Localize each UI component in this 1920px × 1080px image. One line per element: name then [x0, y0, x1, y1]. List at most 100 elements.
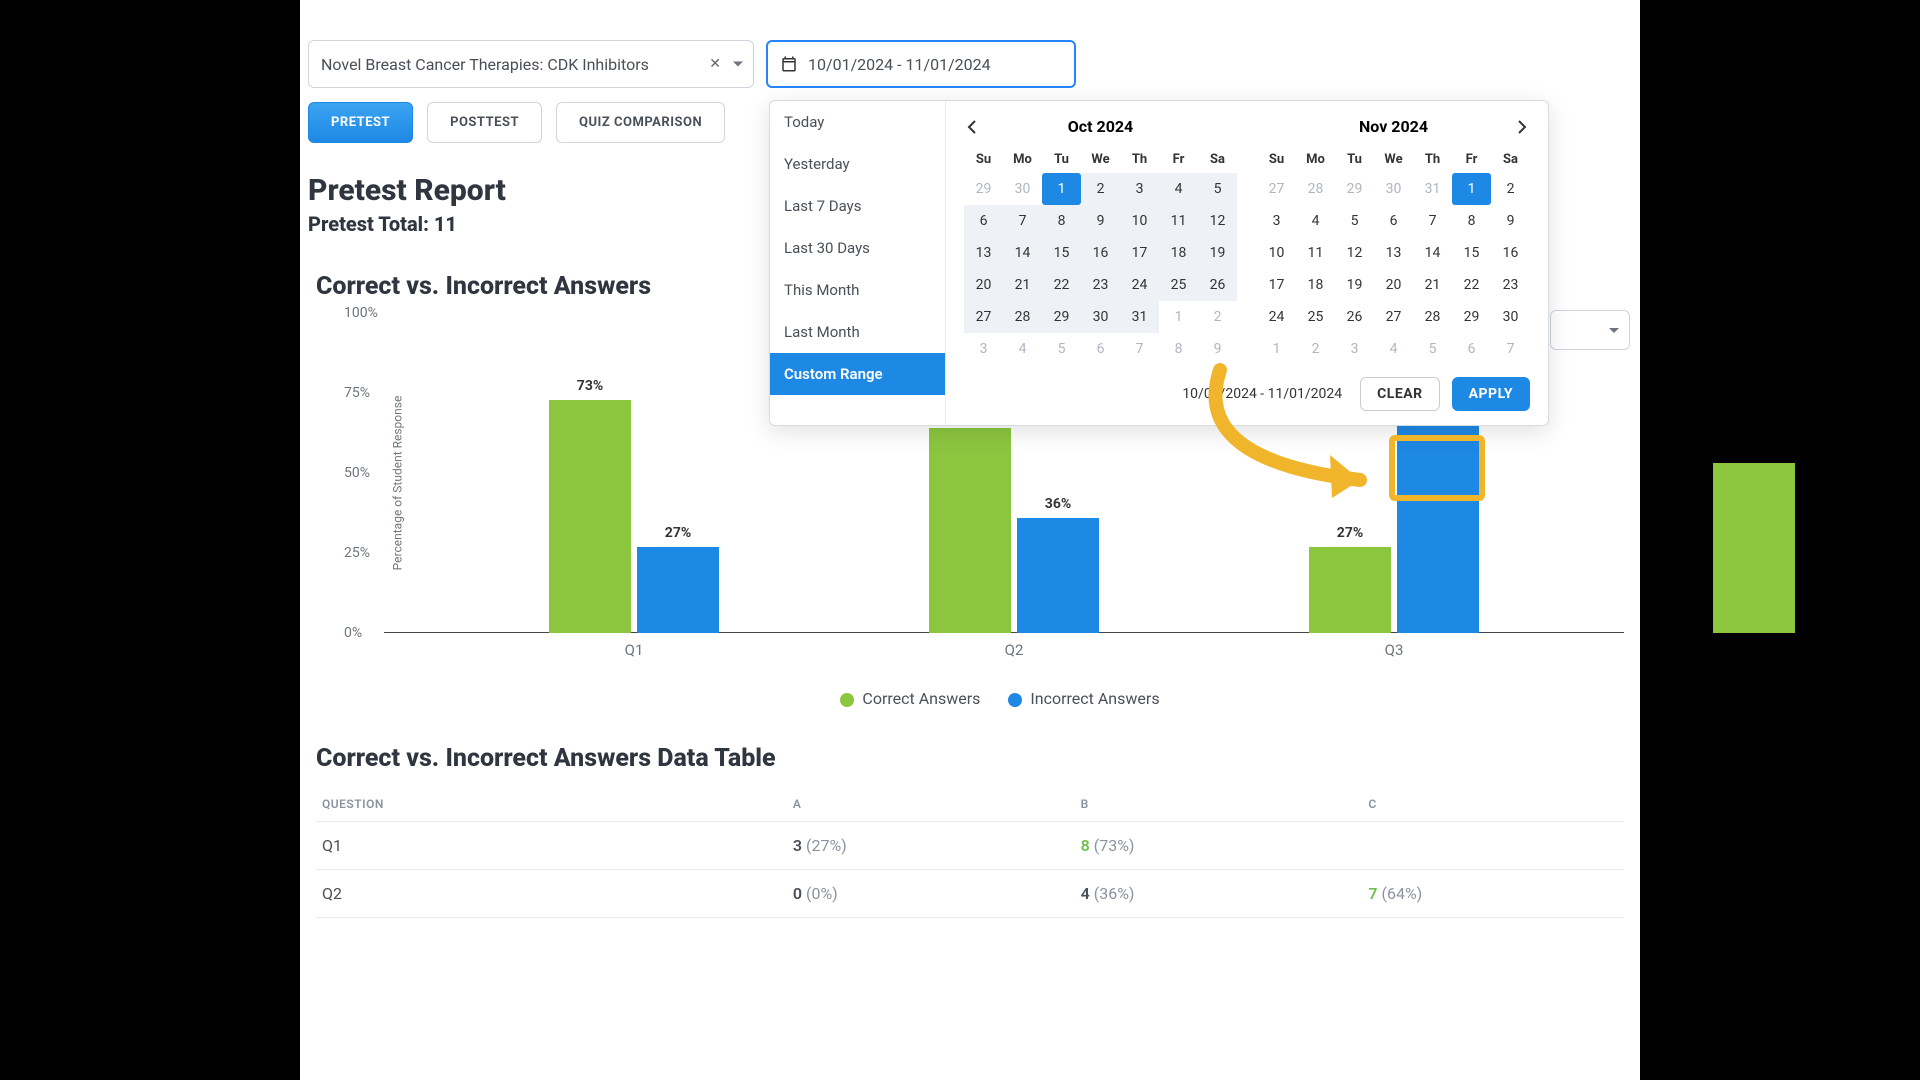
calendar-day[interactable]: 30 — [1003, 173, 1042, 205]
calendar-day[interactable]: 9 — [1491, 205, 1530, 237]
calendar-day[interactable]: 18 — [1296, 269, 1335, 301]
calendar-day[interactable]: 6 — [964, 205, 1003, 237]
calendar-day[interactable]: 1 — [1452, 173, 1491, 205]
calendar-day[interactable]: 6 — [1081, 333, 1120, 365]
preset-last-7-days[interactable]: Last 7 Days — [770, 185, 945, 227]
calendar-day[interactable]: 27 — [964, 301, 1003, 333]
calendar-day[interactable]: 3 — [1335, 333, 1374, 365]
next-month-button[interactable] — [1510, 115, 1534, 139]
calendar-day[interactable]: 7 — [1491, 333, 1530, 365]
calendar-day[interactable]: 29 — [964, 173, 1003, 205]
calendar-day[interactable]: 15 — [1452, 237, 1491, 269]
calendar-day[interactable]: 30 — [1491, 301, 1530, 333]
calendar-day[interactable]: 1 — [1042, 173, 1081, 205]
calendar-day[interactable]: 19 — [1335, 269, 1374, 301]
calendar-day[interactable]: 19 — [1198, 237, 1237, 269]
calendar-day[interactable]: 7 — [1120, 333, 1159, 365]
calendar-day[interactable]: 11 — [1296, 237, 1335, 269]
calendar-day[interactable]: 31 — [1120, 301, 1159, 333]
calendar-day[interactable]: 9 — [1198, 333, 1237, 365]
calendar-day[interactable]: 8 — [1042, 205, 1081, 237]
calendar-day[interactable]: 22 — [1452, 269, 1491, 301]
calendar-day[interactable]: 16 — [1491, 237, 1530, 269]
calendar-day[interactable]: 5 — [1335, 205, 1374, 237]
calendar-day[interactable]: 14 — [1003, 237, 1042, 269]
calendar-day[interactable]: 24 — [1120, 269, 1159, 301]
apply-button[interactable]: APPLY — [1452, 377, 1530, 411]
preset-custom-range[interactable]: Custom Range — [770, 353, 945, 395]
clear-button[interactable]: CLEAR — [1360, 377, 1439, 411]
preset-last-30-days[interactable]: Last 30 Days — [770, 227, 945, 269]
calendar-day[interactable]: 24 — [1257, 301, 1296, 333]
calendar-day[interactable]: 17 — [1120, 237, 1159, 269]
calendar-day[interactable]: 14 — [1413, 237, 1452, 269]
calendar-day[interactable]: 2 — [1081, 173, 1120, 205]
calendar-day[interactable]: 25 — [1296, 301, 1335, 333]
preset-yesterday[interactable]: Yesterday — [770, 143, 945, 185]
calendar-day[interactable]: 22 — [1042, 269, 1081, 301]
calendar-day[interactable]: 5 — [1413, 333, 1452, 365]
calendar-day[interactable]: 8 — [1452, 205, 1491, 237]
calendar-day[interactable]: 12 — [1335, 237, 1374, 269]
calendar-day[interactable]: 4 — [1296, 205, 1335, 237]
calendar-day[interactable]: 2 — [1491, 173, 1530, 205]
prev-month-button[interactable] — [960, 115, 984, 139]
calendar-day[interactable]: 12 — [1198, 205, 1237, 237]
calendar-day[interactable]: 4 — [1159, 173, 1198, 205]
calendar-day[interactable]: 26 — [1335, 301, 1374, 333]
calendar-day[interactable]: 5 — [1042, 333, 1081, 365]
calendar-day[interactable]: 6 — [1374, 205, 1413, 237]
calendar-day[interactable]: 9 — [1081, 205, 1120, 237]
calendar-day[interactable]: 30 — [1374, 173, 1413, 205]
calendar-day[interactable]: 26 — [1198, 269, 1237, 301]
calendar-day[interactable]: 1 — [1257, 333, 1296, 365]
close-icon[interactable]: ✕ — [709, 56, 721, 72]
calendar-day[interactable]: 29 — [1452, 301, 1491, 333]
calendar-day[interactable]: 20 — [964, 269, 1003, 301]
course-select[interactable]: Novel Breast Cancer Therapies: CDK Inhib… — [308, 40, 754, 88]
calendar-day[interactable]: 17 — [1257, 269, 1296, 301]
calendar-day[interactable]: 5 — [1198, 173, 1237, 205]
calendar-day[interactable]: 3 — [964, 333, 1003, 365]
calendar-day[interactable]: 10 — [1120, 205, 1159, 237]
preset-last-month[interactable]: Last Month — [770, 311, 945, 353]
calendar-day[interactable]: 21 — [1003, 269, 1042, 301]
calendar-day[interactable]: 15 — [1042, 237, 1081, 269]
calendar-day[interactable]: 23 — [1081, 269, 1120, 301]
calendar-day[interactable]: 25 — [1159, 269, 1198, 301]
calendar-day[interactable]: 10 — [1257, 237, 1296, 269]
calendar-day[interactable]: 13 — [1374, 237, 1413, 269]
calendar-day[interactable]: 11 — [1159, 205, 1198, 237]
calendar-day[interactable]: 1 — [1159, 301, 1198, 333]
calendar-day[interactable]: 28 — [1413, 301, 1452, 333]
calendar-day[interactable]: 21 — [1413, 269, 1452, 301]
calendar-day[interactable]: 27 — [1374, 301, 1413, 333]
calendar-day[interactable]: 6 — [1452, 333, 1491, 365]
calendar-day[interactable]: 27 — [1257, 173, 1296, 205]
tab-quiz-comparison[interactable]: QUIZ COMPARISON — [556, 102, 725, 143]
calendar-day[interactable]: 7 — [1003, 205, 1042, 237]
calendar-day[interactable]: 2 — [1198, 301, 1237, 333]
calendar-day[interactable]: 4 — [1003, 333, 1042, 365]
calendar-day[interactable]: 28 — [1296, 173, 1335, 205]
calendar-day[interactable]: 8 — [1159, 333, 1198, 365]
preset-today[interactable]: Today — [770, 101, 945, 143]
calendar-day[interactable]: 2 — [1296, 333, 1335, 365]
calendar-day[interactable]: 23 — [1491, 269, 1530, 301]
calendar-day[interactable]: 29 — [1042, 301, 1081, 333]
calendar-day[interactable]: 30 — [1081, 301, 1120, 333]
calendar-day[interactable]: 7 — [1413, 205, 1452, 237]
calendar-day[interactable]: 28 — [1003, 301, 1042, 333]
calendar-day[interactable]: 4 — [1374, 333, 1413, 365]
calendar-day[interactable]: 16 — [1081, 237, 1120, 269]
tab-pretest[interactable]: PRETEST — [308, 102, 413, 143]
calendar-day[interactable]: 13 — [964, 237, 1003, 269]
calendar-day[interactable]: 3 — [1257, 205, 1296, 237]
calendar-day[interactable]: 29 — [1335, 173, 1374, 205]
calendar-day[interactable]: 18 — [1159, 237, 1198, 269]
date-range-input[interactable]: 10/01/2024 - 11/01/2024 — [766, 40, 1076, 88]
preset-this-month[interactable]: This Month — [770, 269, 945, 311]
calendar-day[interactable]: 3 — [1120, 173, 1159, 205]
calendar-day[interactable]: 31 — [1413, 173, 1452, 205]
calendar-day[interactable]: 20 — [1374, 269, 1413, 301]
